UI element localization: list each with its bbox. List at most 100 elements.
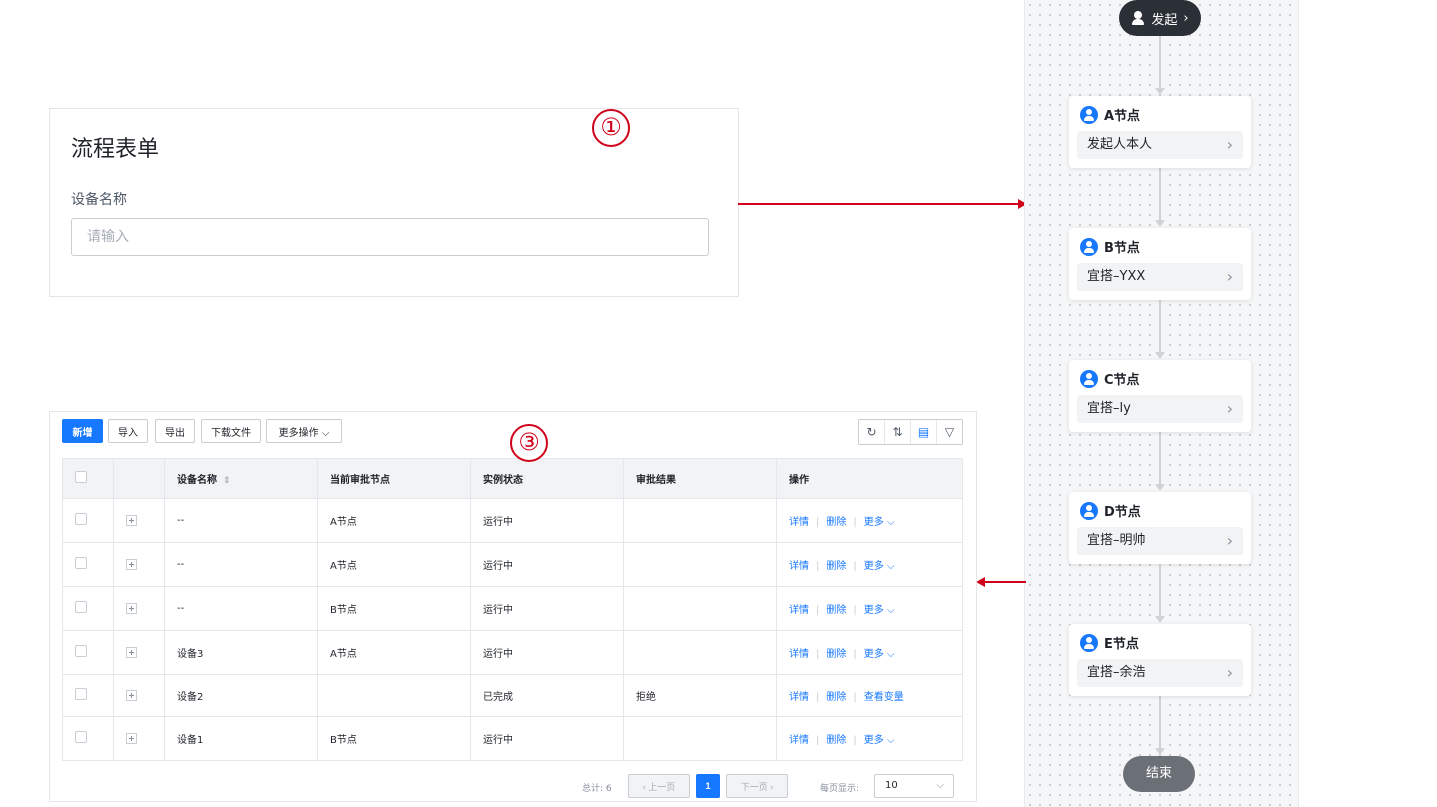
delete-link[interactable]: 删除 (826, 517, 846, 528)
flow-node-c[interactable]: C节点 宜搭–ly › (1069, 360, 1251, 432)
row-select-cell (62, 630, 114, 675)
row-expand-cell (113, 498, 165, 543)
select-all-checkbox[interactable] (75, 471, 87, 483)
sort-toggle-icon[interactable]: ⇕ (223, 476, 231, 486)
row-select-cell (62, 498, 114, 543)
expand-icon[interactable] (126, 689, 137, 701)
approval-result-cell (623, 630, 777, 675)
row-checkbox[interactable] (75, 688, 87, 700)
row-checkbox[interactable] (75, 557, 87, 569)
delete-link[interactable]: 删除 (826, 735, 846, 746)
node-assignee[interactable]: 宜搭–ly › (1077, 395, 1243, 423)
node-assignee[interactable]: 宜搭–余浩 › (1077, 659, 1243, 687)
op-separator: | (816, 605, 820, 616)
flow-node-e[interactable]: E节点 宜搭–余浩 › (1069, 624, 1251, 696)
detail-link[interactable]: 详情 (789, 735, 809, 746)
detail-link[interactable]: 详情 (789, 561, 809, 572)
flow-node-b[interactable]: B节点 宜搭–YXX › (1069, 228, 1251, 300)
row-checkbox[interactable] (75, 731, 87, 743)
more-link[interactable]: 更多 ⌵ (864, 649, 895, 660)
delete-link[interactable]: 删除 (826, 561, 846, 572)
op-separator: | (816, 735, 820, 746)
actions-cell: 详情 | 删除 | 更多 ⌵ (776, 630, 963, 675)
device-name-input[interactable] (71, 218, 709, 256)
node-title: D节点 (1104, 505, 1141, 520)
filter-icon[interactable]: ▽ (937, 420, 962, 444)
page-size-select[interactable]: 10 ⌵ (874, 774, 954, 798)
next-page-button[interactable]: 下一页 › (726, 774, 788, 798)
expand-icon[interactable] (126, 514, 137, 526)
table-row: 设备2 已完成 拒绝 详情 | 删除 | 查看变量 (62, 674, 963, 717)
flow-node-a[interactable]: A节点 发起人本人 › (1069, 96, 1251, 168)
header-instance-status: 实例状态 (470, 458, 624, 499)
expand-icon[interactable] (126, 602, 137, 614)
prev-page-button[interactable]: ‹ 上一页 (628, 774, 690, 798)
delete-link[interactable]: 删除 (826, 692, 846, 703)
expand-icon[interactable] (126, 558, 137, 570)
instance-table-card: 新增 导入 导出 下载文件 更多操作 ⌵ ↻ ⇅ ▤ ▽ 设备名称 ⇕ 当前审批节… (49, 411, 977, 802)
row-checkbox[interactable] (75, 645, 87, 657)
node-assignee[interactable]: 宜搭–YXX › (1077, 263, 1243, 291)
op-separator: | (816, 517, 820, 528)
sort-icon[interactable]: ⇅ (885, 420, 911, 444)
actions-cell: 详情 | 删除 | 更多 ⌵ (776, 586, 963, 631)
detail-link[interactable]: 详情 (789, 605, 809, 616)
export-button[interactable]: 导出 (155, 419, 195, 443)
node-title: B节点 (1104, 241, 1140, 256)
instance-status-cell: 已完成 (470, 674, 624, 717)
detail-link[interactable]: 详情 (789, 649, 809, 660)
chevron-down-icon: ⌵ (886, 735, 895, 746)
flow-node-d[interactable]: D节点 宜搭–明帅 › (1069, 492, 1251, 564)
row-expand-cell (113, 586, 165, 631)
current-node-cell: B节点 (317, 716, 471, 761)
op-separator: | (853, 517, 857, 528)
header-device-name[interactable]: 设备名称 ⇕ (164, 458, 318, 499)
node-title: C节点 (1104, 373, 1140, 388)
detail-link[interactable]: 详情 (789, 517, 809, 528)
chevron-right-icon: › (1226, 399, 1233, 418)
node-title: E节点 (1104, 637, 1139, 652)
form-title: 流程表单 (71, 137, 160, 162)
delete-link[interactable]: 删除 (826, 605, 846, 616)
view-variables-link[interactable]: 查看变量 (864, 692, 904, 703)
current-node-cell (317, 674, 471, 717)
column-settings-icon[interactable]: ▤ (911, 420, 937, 444)
table-row: 设备1 B节点 运行中 详情 | 删除 | 更多 ⌵ (62, 716, 963, 761)
node-assignee[interactable]: 宜搭–明帅 › (1077, 527, 1243, 555)
instance-status-cell: 运行中 (470, 716, 624, 761)
user-icon (1080, 105, 1098, 124)
detail-link[interactable]: 详情 (789, 692, 809, 703)
more-link[interactable]: 更多 ⌵ (864, 605, 895, 616)
row-select-cell (62, 586, 114, 631)
page-1-button[interactable]: 1 (696, 774, 720, 798)
approval-result-cell (623, 716, 777, 761)
more-link[interactable]: 更多 ⌵ (864, 517, 895, 528)
more-link[interactable]: 更多 ⌵ (864, 735, 895, 746)
more-link[interactable]: 更多 ⌵ (864, 561, 895, 572)
row-checkbox[interactable] (75, 601, 87, 613)
device-name-cell: -- (164, 542, 318, 587)
pagination-total: 总计: 6 (582, 784, 612, 794)
expand-icon[interactable] (126, 646, 137, 658)
header-actions: 操作 (776, 458, 963, 499)
approval-flow-panel: 发起 › A节点 发起人本人 › B节点 宜搭–YXX › C节点 宜搭–ly › D… (1024, 0, 1299, 807)
row-expand-cell (113, 630, 165, 675)
download-file-button[interactable]: 下载文件 (201, 419, 261, 443)
row-select-cell (62, 542, 114, 587)
node-assignee[interactable]: 发起人本人 › (1077, 131, 1243, 159)
current-node-cell: B节点 (317, 586, 471, 631)
actions-cell: 详情 | 删除 | 更多 ⌵ (776, 716, 963, 761)
start-node[interactable]: 发起 › (1119, 0, 1201, 36)
refresh-icon[interactable]: ↻ (859, 420, 885, 444)
instance-status-cell: 运行中 (470, 498, 624, 543)
connector-arrow (1155, 220, 1165, 227)
add-button[interactable]: 新增 (62, 419, 103, 443)
expand-icon[interactable] (126, 732, 137, 744)
chevron-right-icon: › (1226, 663, 1233, 682)
more-actions-dropdown[interactable]: 更多操作 ⌵ (266, 419, 342, 443)
device-name-cell: 设备2 (164, 674, 318, 717)
delete-link[interactable]: 删除 (826, 649, 846, 660)
import-button[interactable]: 导入 (108, 419, 148, 443)
row-checkbox[interactable] (75, 513, 87, 525)
instance-status-cell: 运行中 (470, 630, 624, 675)
